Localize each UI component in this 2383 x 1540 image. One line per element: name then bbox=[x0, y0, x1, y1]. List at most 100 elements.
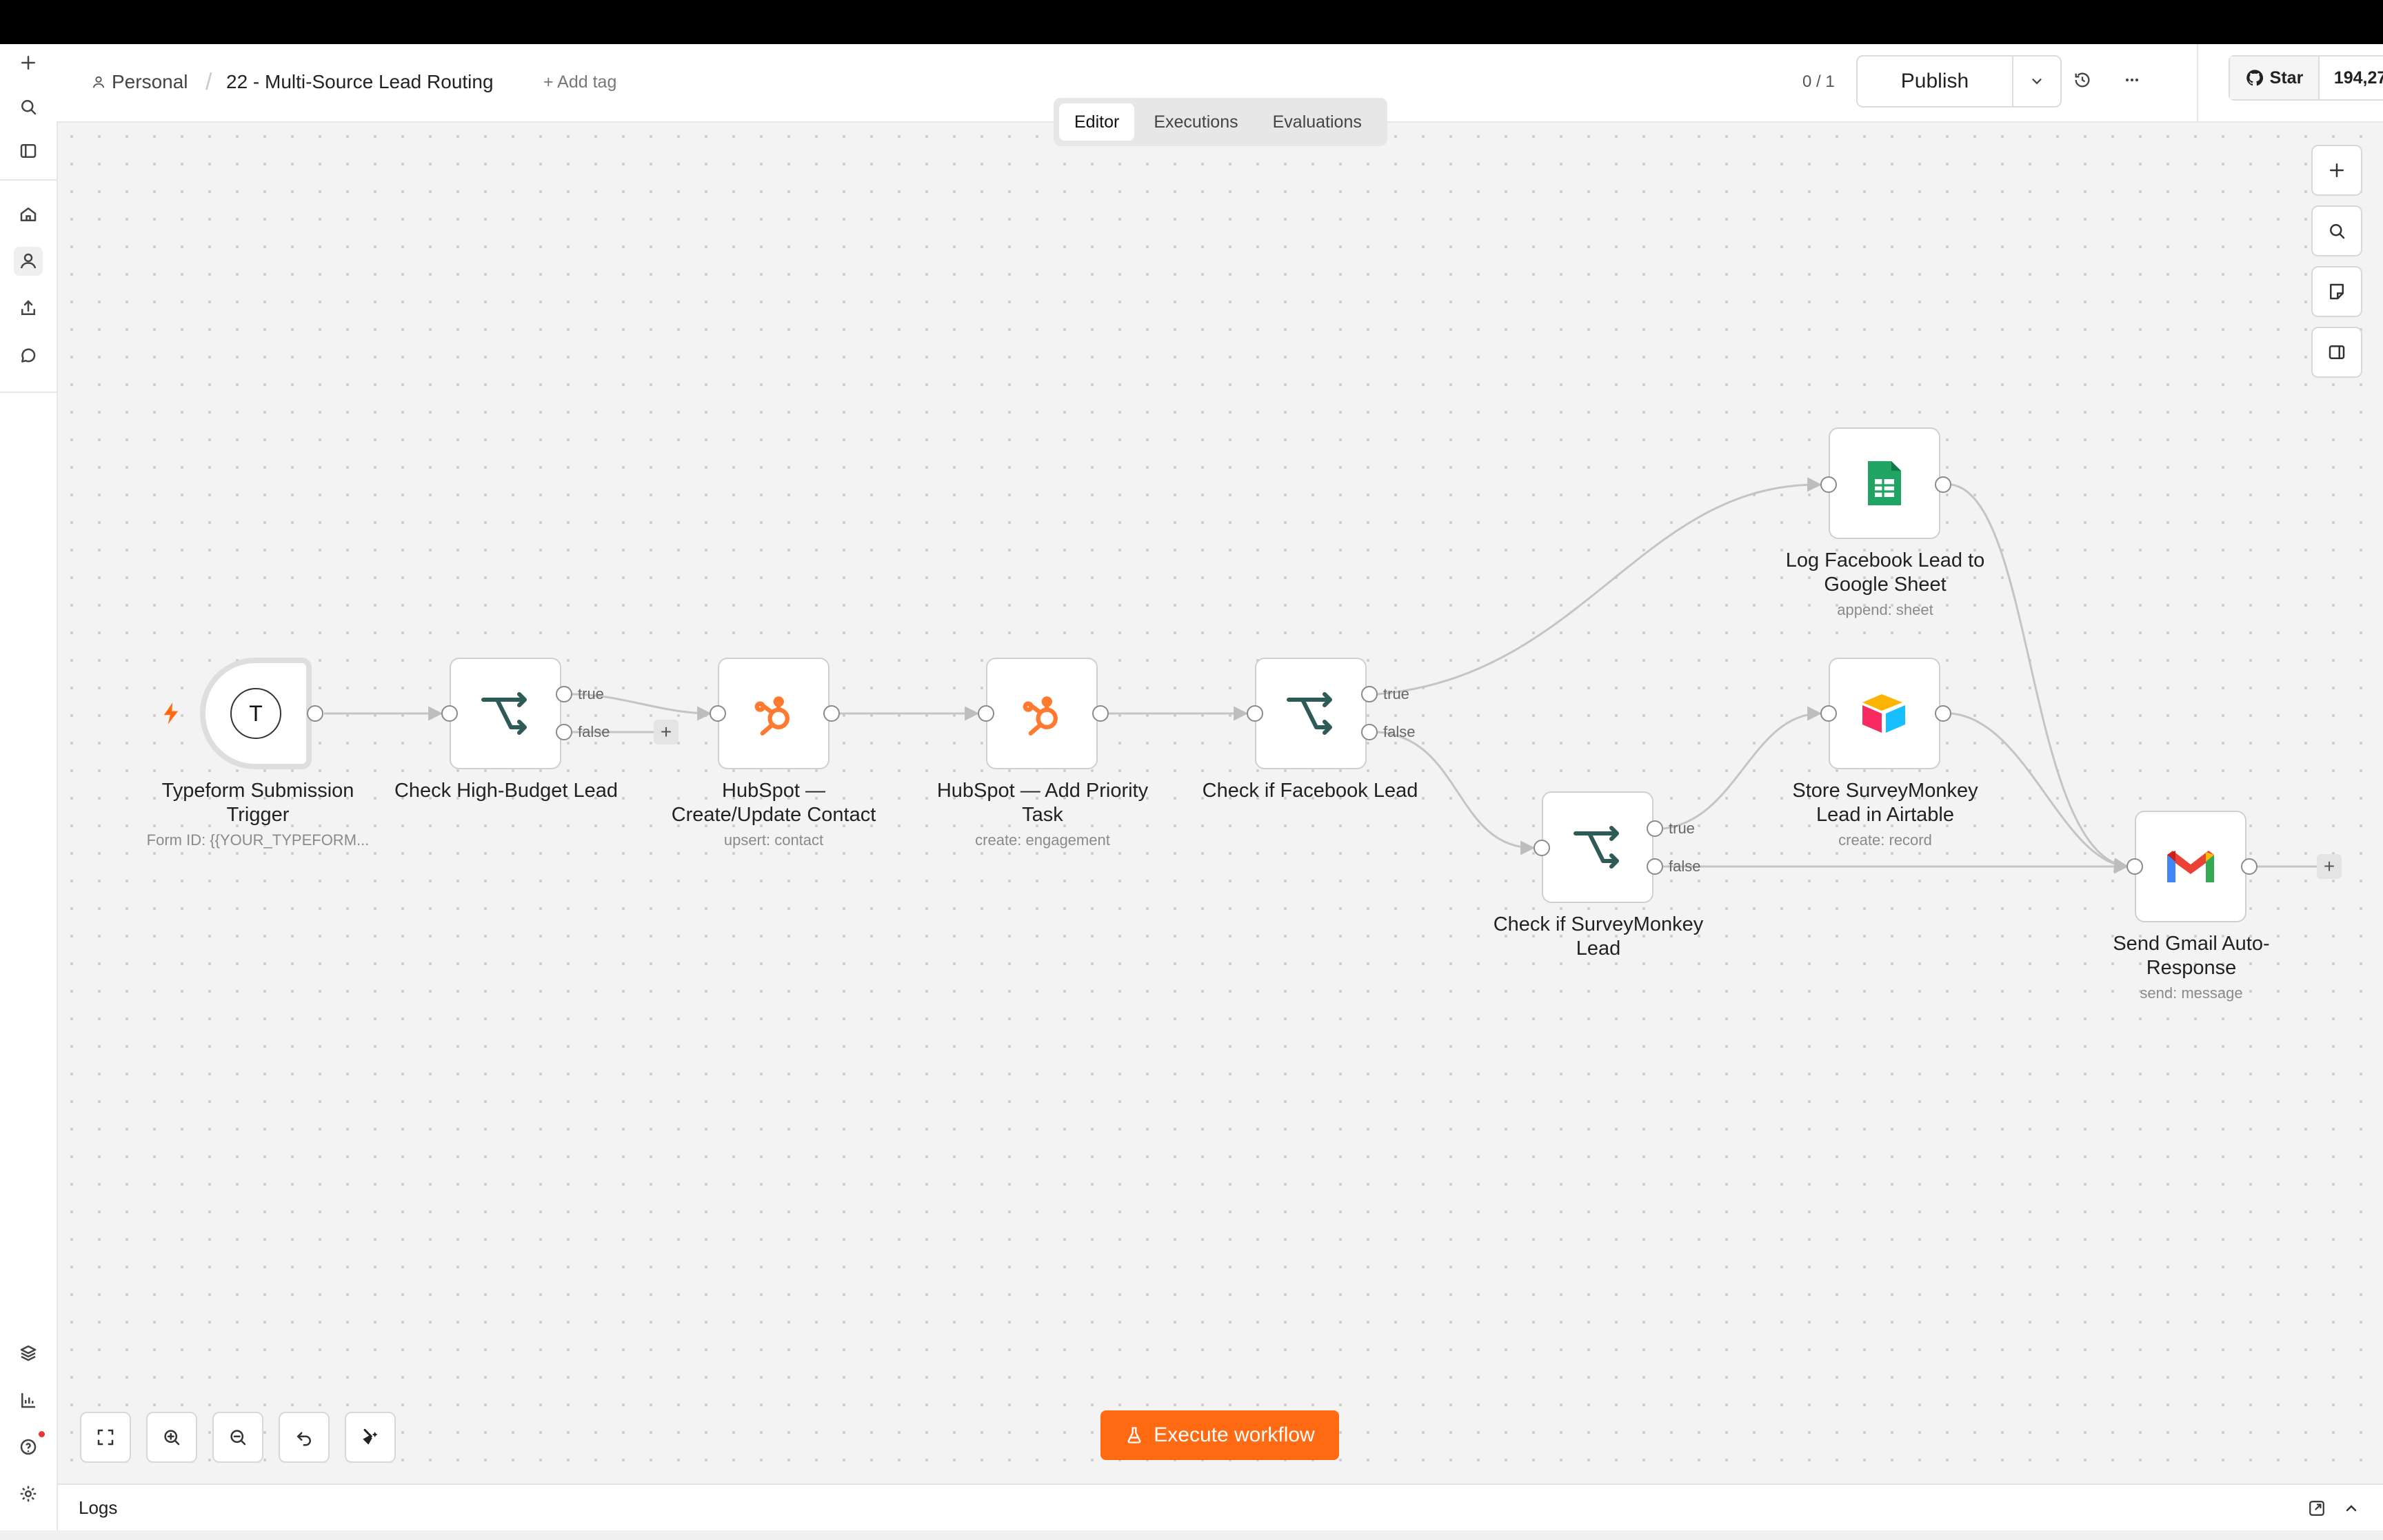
github-icon bbox=[2246, 70, 2263, 86]
tab-executions[interactable]: Executions bbox=[1138, 103, 1253, 141]
zoom-out-icon bbox=[230, 1430, 246, 1446]
output-handle[interactable] bbox=[1092, 705, 1109, 722]
input-handle[interactable] bbox=[2126, 858, 2143, 875]
sidebar-toggle-icon[interactable] bbox=[14, 136, 43, 165]
input-handle[interactable] bbox=[1534, 840, 1550, 856]
zoom-in-icon bbox=[164, 1430, 180, 1446]
input-handle[interactable] bbox=[1820, 705, 1837, 722]
chevron-up-icon[interactable] bbox=[2339, 1496, 2364, 1521]
tidy-up-button[interactable] bbox=[345, 1412, 396, 1463]
add-icon[interactable] bbox=[14, 48, 43, 77]
execute-workflow-button[interactable]: Execute workflow bbox=[1100, 1410, 1339, 1460]
fit-view-icon bbox=[97, 1429, 114, 1446]
popout-icon[interactable] bbox=[2304, 1496, 2329, 1521]
output-handle-true[interactable] bbox=[1361, 686, 1378, 702]
home-icon[interactable] bbox=[14, 200, 43, 229]
airtable-icon bbox=[1862, 694, 1905, 733]
node-google-sheet[interactable] bbox=[1829, 427, 1940, 539]
tab-editor[interactable]: Editor bbox=[1059, 103, 1135, 141]
add-node-button[interactable] bbox=[2311, 145, 2362, 196]
node-hubspot-contact[interactable] bbox=[718, 658, 829, 769]
output-handle-true[interactable] bbox=[556, 686, 572, 702]
notification-dot bbox=[39, 1431, 45, 1437]
gmail-icon bbox=[2167, 851, 2214, 882]
logs-panel-bar[interactable]: Logs bbox=[58, 1483, 2383, 1532]
node-subtitle: send: message bbox=[2140, 984, 2243, 1002]
google-sheets-icon bbox=[1868, 461, 1901, 505]
input-handle[interactable] bbox=[441, 705, 458, 722]
breadcrumb-personal[interactable]: Personal bbox=[91, 65, 188, 99]
settings-icon[interactable] bbox=[14, 1479, 43, 1508]
if-branch-icon bbox=[1573, 826, 1619, 869]
node-title-line-2: Create/Update Contact bbox=[671, 804, 876, 826]
output-handle[interactable] bbox=[2241, 858, 2258, 875]
output-handle-false[interactable] bbox=[1647, 858, 1663, 875]
input-handle[interactable] bbox=[710, 705, 726, 722]
input-handle[interactable] bbox=[1247, 705, 1263, 722]
output-handle[interactable] bbox=[1935, 705, 1951, 722]
undo-button[interactable] bbox=[279, 1412, 330, 1463]
window-top-bar bbox=[0, 0, 2383, 44]
publish-dropdown[interactable] bbox=[2013, 57, 2060, 106]
output-handle[interactable] bbox=[307, 705, 323, 722]
node-check-high-budget[interactable] bbox=[450, 658, 561, 769]
if-branch-icon bbox=[481, 692, 527, 735]
node-label: Check if SurveyMonkey Lead bbox=[1474, 913, 1722, 961]
node-title-line-1: Typeform Submission bbox=[161, 780, 354, 802]
branch-label-true: true bbox=[578, 685, 604, 702]
more-options-icon[interactable] bbox=[2117, 65, 2147, 95]
breadcrumb-personal-label: Personal bbox=[112, 71, 188, 92]
node-subtitle: create: engagement bbox=[975, 831, 1110, 849]
node-subtitle: upsert: contact bbox=[723, 831, 824, 849]
output-handle[interactable] bbox=[823, 705, 840, 722]
panel-icon bbox=[2329, 345, 2345, 359]
node-title-line-1: HubSpot — Add Priority bbox=[936, 780, 1149, 802]
chevron-down-icon bbox=[2032, 79, 2042, 85]
share-icon[interactable] bbox=[14, 294, 43, 323]
personal-icon[interactable] bbox=[14, 247, 43, 276]
add-node-plus-icon[interactable]: + bbox=[654, 720, 678, 744]
output-handle-true[interactable] bbox=[1647, 820, 1663, 837]
hubspot-icon bbox=[1023, 696, 1058, 736]
node-label: HubSpot — Add Priority Task bbox=[918, 779, 1167, 827]
tab-evaluations[interactable]: Evaluations bbox=[1258, 103, 1377, 141]
publish-button[interactable]: Publish bbox=[1858, 57, 2013, 106]
workflow-title[interactable]: 22 - Multi-Source Lead Routing bbox=[226, 65, 494, 99]
zoom-out-button[interactable] bbox=[212, 1412, 263, 1463]
node-gmail[interactable] bbox=[2135, 811, 2246, 922]
templates-icon[interactable] bbox=[14, 1339, 43, 1368]
node-check-surveymonkey[interactable] bbox=[1542, 791, 1653, 903]
fit-view-button[interactable] bbox=[80, 1412, 131, 1463]
node-title-line-1: Check if SurveyMonkey bbox=[1493, 913, 1704, 935]
node-title-line-2: Google Sheet bbox=[1824, 574, 1947, 596]
output-handle-false[interactable] bbox=[556, 724, 572, 740]
help-icon[interactable] bbox=[14, 1432, 43, 1461]
history-icon[interactable] bbox=[2067, 65, 2098, 95]
branch-label-true: true bbox=[1669, 820, 1695, 837]
zoom-in-button[interactable] bbox=[146, 1412, 197, 1463]
node-title-line-2: Lead bbox=[1576, 938, 1621, 960]
workflow-canvas[interactable] bbox=[58, 123, 2383, 1483]
github-star-button[interactable]: Star bbox=[2230, 57, 2320, 99]
node-subtitle: create: record bbox=[1838, 831, 1932, 849]
github-star-widget[interactable]: Star 194,274 bbox=[2229, 55, 2383, 101]
chat-icon[interactable] bbox=[14, 342, 43, 371]
toggle-panel-button[interactable] bbox=[2311, 327, 2362, 378]
if-branch-icon bbox=[1287, 692, 1332, 735]
output-handle[interactable] bbox=[1935, 476, 1951, 493]
node-typeform-trigger[interactable]: T bbox=[200, 658, 312, 769]
search-icon[interactable] bbox=[14, 92, 43, 121]
branch-label-false: false bbox=[578, 723, 610, 740]
output-handle-false[interactable] bbox=[1361, 724, 1378, 740]
node-airtable[interactable] bbox=[1829, 658, 1940, 769]
add-node-plus-icon[interactable]: + bbox=[2317, 854, 2342, 879]
add-tag-button[interactable]: + Add tag bbox=[543, 65, 616, 99]
search-nodes-button[interactable] bbox=[2311, 205, 2362, 256]
node-title-line-1: Send Gmail Auto- bbox=[2113, 933, 2270, 955]
node-check-facebook[interactable] bbox=[1255, 658, 1367, 769]
input-handle[interactable] bbox=[1820, 476, 1837, 493]
node-hubspot-task[interactable] bbox=[986, 658, 1098, 769]
insights-icon[interactable] bbox=[14, 1386, 43, 1415]
input-handle[interactable] bbox=[978, 705, 994, 722]
sticky-note-button[interactable] bbox=[2311, 266, 2362, 317]
